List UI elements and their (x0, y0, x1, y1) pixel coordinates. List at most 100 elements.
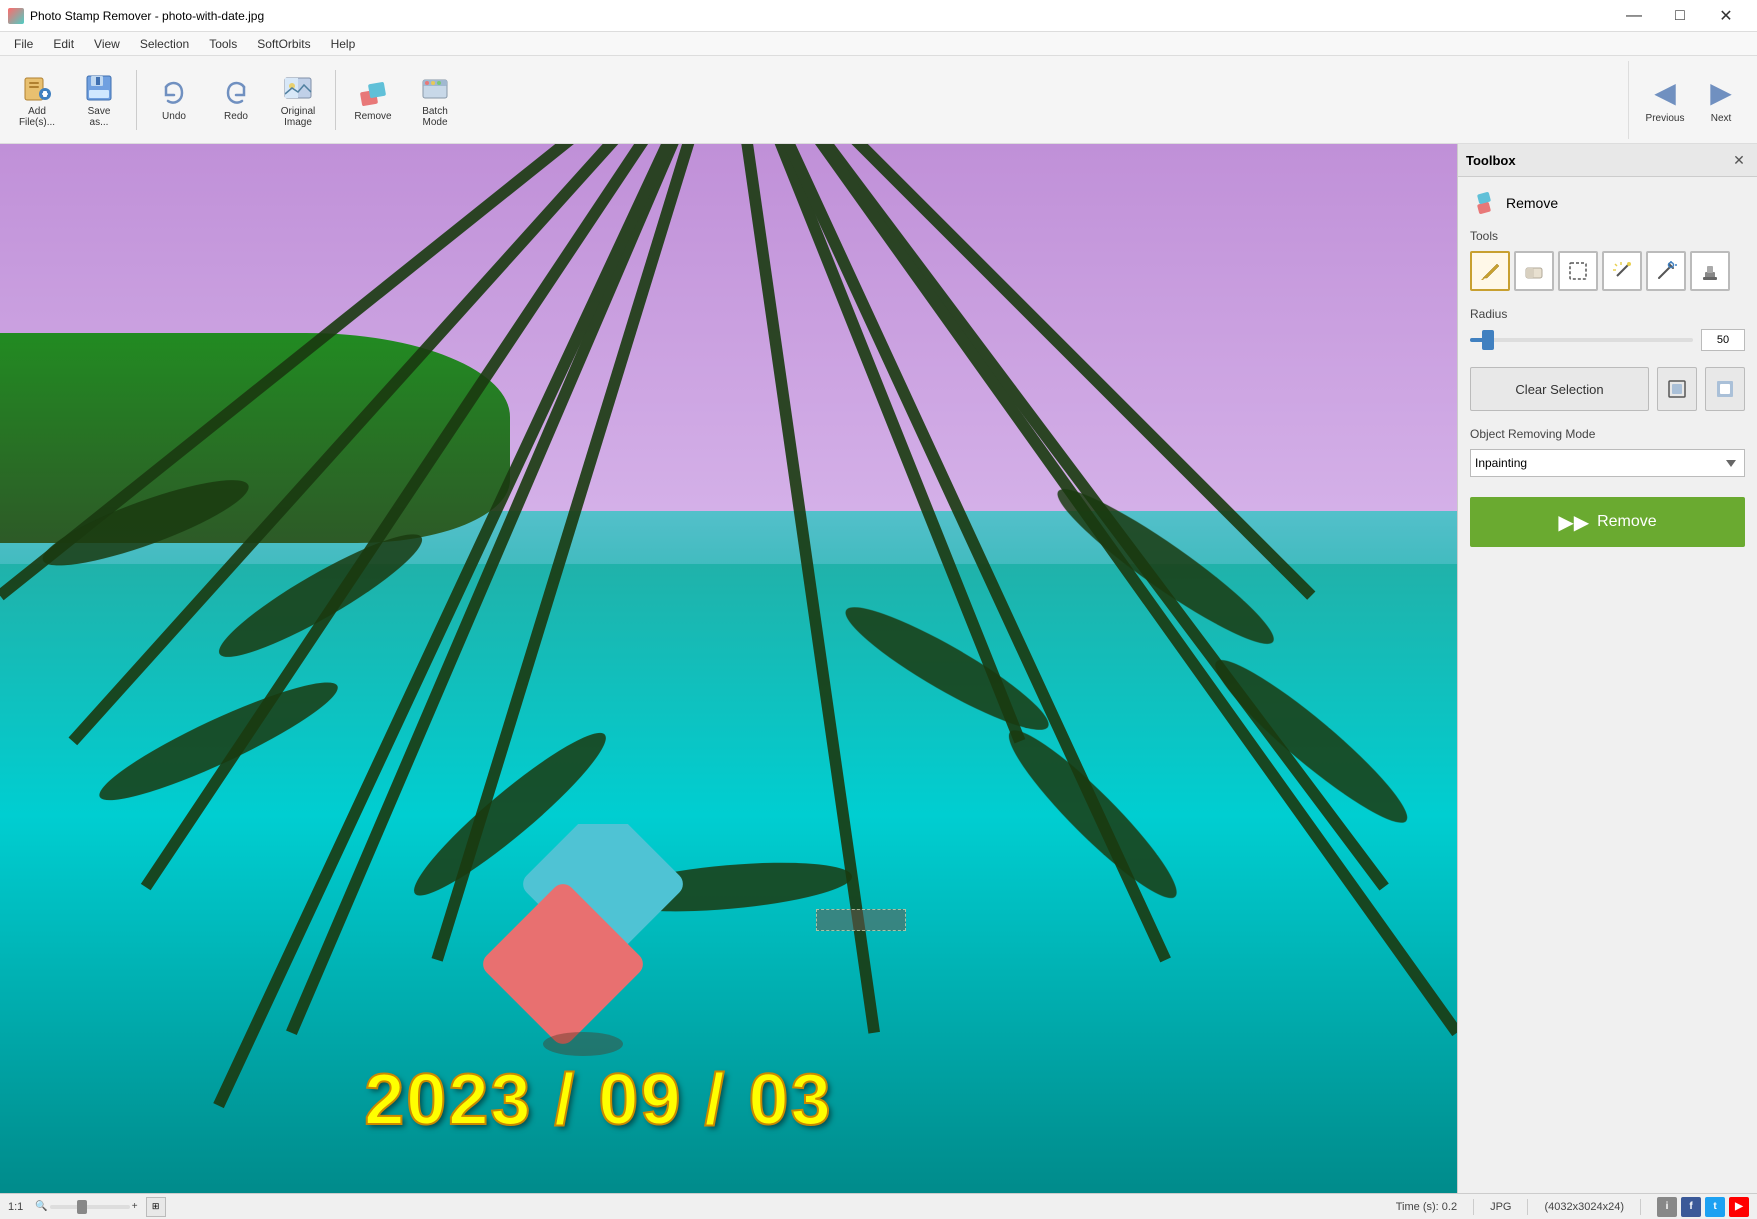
remove-toolbar-button[interactable]: Remove (344, 61, 402, 139)
redo-icon (220, 77, 252, 109)
magic-wand-tool-button[interactable] (1602, 251, 1642, 291)
save-as-button[interactable]: Save as... (70, 61, 128, 139)
next-arrow-icon: ▶ (1710, 76, 1732, 109)
rect-select-tool-button[interactable] (1558, 251, 1598, 291)
add-file-icon (21, 72, 53, 104)
eraser-tool-button[interactable] (1514, 251, 1554, 291)
format-label: JPG (1490, 1201, 1511, 1213)
add-file-label: Add File(s)... (19, 106, 55, 128)
zoom-thumb[interactable] (77, 1200, 87, 1214)
zoom-slider-area[interactable]: 🔍 + (35, 1201, 137, 1212)
palm-svg (0, 144, 1457, 1193)
marker-tool-button[interactable] (1470, 251, 1510, 291)
invert-selection-icon (1715, 379, 1735, 399)
next-button[interactable]: ▶ Next (1693, 61, 1749, 139)
menu-edit[interactable]: Edit (43, 35, 84, 53)
mode-section: Object Removing Mode Inpainting Content … (1470, 427, 1745, 477)
youtube-icon[interactable]: ▶ (1729, 1197, 1749, 1217)
status-separator-3 (1640, 1199, 1641, 1215)
beach-scene: 2023 / 09 / 03 (0, 144, 1457, 1193)
original-image-icon (282, 72, 314, 104)
menu-help[interactable]: Help (321, 35, 366, 53)
window-title: Photo Stamp Remover - photo-with-date.jp… (30, 9, 264, 23)
mode-label: Object Removing Mode (1470, 427, 1745, 441)
title-bar-left: Photo Stamp Remover - photo-with-date.jp… (8, 8, 264, 24)
menu-selection[interactable]: Selection (130, 35, 199, 53)
zoom-in-icon: + (132, 1201, 138, 1212)
select-all-button[interactable] (1657, 367, 1697, 411)
select-all-icon (1667, 379, 1687, 399)
navigation-area: ◀ Previous ▶ Next (1628, 61, 1749, 139)
previous-label: Previous (1646, 113, 1685, 124)
radius-slider-container[interactable] (1470, 330, 1693, 350)
radius-thumb[interactable] (1482, 330, 1494, 350)
remove-section-label: Remove (1506, 195, 1558, 211)
date-text: 2023 / 09 / 03 (364, 1060, 832, 1140)
facebook-icon[interactable]: f (1681, 1197, 1701, 1217)
radius-row (1470, 329, 1745, 351)
marker-icon (1479, 260, 1501, 282)
twitter-icon[interactable]: t (1705, 1197, 1725, 1217)
remove-button[interactable]: ▶▶ Remove (1470, 497, 1745, 547)
remove-section-header: Remove (1470, 189, 1745, 217)
status-separator-1 (1473, 1199, 1474, 1215)
stamp-tool-button[interactable] (1690, 251, 1730, 291)
undo-icon (158, 77, 190, 109)
remove-button-label: Remove (1597, 513, 1657, 531)
batch-mode-button[interactable]: Batch Mode (406, 61, 464, 139)
menu-view[interactable]: View (84, 35, 130, 53)
undo-button[interactable]: Undo (145, 61, 203, 139)
title-bar: Photo Stamp Remover - photo-with-date.jp… (0, 0, 1757, 32)
close-button[interactable]: ✕ (1703, 0, 1749, 32)
app-icon (8, 8, 24, 24)
toolbox-content: Remove Tools (1458, 177, 1757, 1193)
action-row: Clear Selection (1470, 367, 1745, 411)
minimize-button[interactable]: — (1611, 0, 1657, 32)
social-icons: i f t ▶ (1657, 1197, 1749, 1217)
selection-overlay (816, 909, 906, 931)
save-as-icon (83, 72, 115, 104)
eraser-icon (1523, 260, 1545, 282)
mode-select[interactable]: Inpainting Content Aware Fill Blur (1470, 449, 1745, 477)
main-layout: 2023 / 09 / 03 Toolbox ✕ Remove (0, 144, 1757, 1193)
window-controls: — □ ✕ (1611, 0, 1749, 32)
radius-label: Radius (1470, 307, 1745, 321)
remove-section-icon (1470, 189, 1498, 217)
menu-softorbits[interactable]: SoftOrbits (247, 35, 320, 53)
invert-selection-button[interactable] (1705, 367, 1745, 411)
tools-row (1470, 251, 1745, 291)
wand2-tool-button[interactable] (1646, 251, 1686, 291)
undo-label: Undo (162, 111, 186, 122)
add-file-button[interactable]: Add File(s)... (8, 61, 66, 139)
magic-wand-icon (1611, 260, 1633, 282)
rect-select-icon (1567, 260, 1589, 282)
toolbox-panel: Toolbox ✕ Remove Tools (1457, 144, 1757, 1193)
status-bar: 1:1 🔍 + ⊞ Time (s): 0.2 JPG (4032x3024x2… (0, 1193, 1757, 1219)
menu-tools[interactable]: Tools (199, 35, 247, 53)
remove-icon-svg (1470, 189, 1498, 217)
canvas-area[interactable]: 2023 / 09 / 03 (0, 144, 1457, 1193)
wand2-icon (1655, 260, 1677, 282)
radius-input[interactable] (1701, 329, 1745, 351)
radius-track (1470, 338, 1693, 342)
info-icon[interactable]: i (1657, 1197, 1677, 1217)
zoom-area: 1:1 🔍 + ⊞ (8, 1197, 166, 1217)
menu-file[interactable]: File (4, 35, 43, 53)
previous-button[interactable]: ◀ Previous (1637, 61, 1693, 139)
zoom-track[interactable] (50, 1205, 130, 1209)
remove-toolbar-label: Remove (354, 111, 391, 122)
date-stamp: 2023 / 09 / 03 (364, 1059, 1457, 1141)
original-image-button[interactable]: Original Image (269, 61, 327, 139)
toolbar: Add File(s)... Save as... Undo Redo Orig… (0, 56, 1757, 144)
toolbox-close-button[interactable]: ✕ (1729, 150, 1749, 170)
clear-selection-button[interactable]: Clear Selection (1470, 367, 1649, 411)
zoom-out-icon: 🔍 (35, 1201, 47, 1212)
next-label: Next (1711, 113, 1732, 124)
maximize-button[interactable]: □ (1657, 0, 1703, 32)
redo-button[interactable]: Redo (207, 61, 265, 139)
status-info: Time (s): 0.2 JPG (4032x3024x24) i f t ▶ (1396, 1197, 1749, 1217)
batch-mode-icon (419, 72, 451, 104)
logo-svg (463, 824, 703, 1064)
remove-button-arrows-icon: ▶▶ (1558, 510, 1589, 535)
fit-screen-button[interactable]: ⊞ (146, 1197, 166, 1217)
